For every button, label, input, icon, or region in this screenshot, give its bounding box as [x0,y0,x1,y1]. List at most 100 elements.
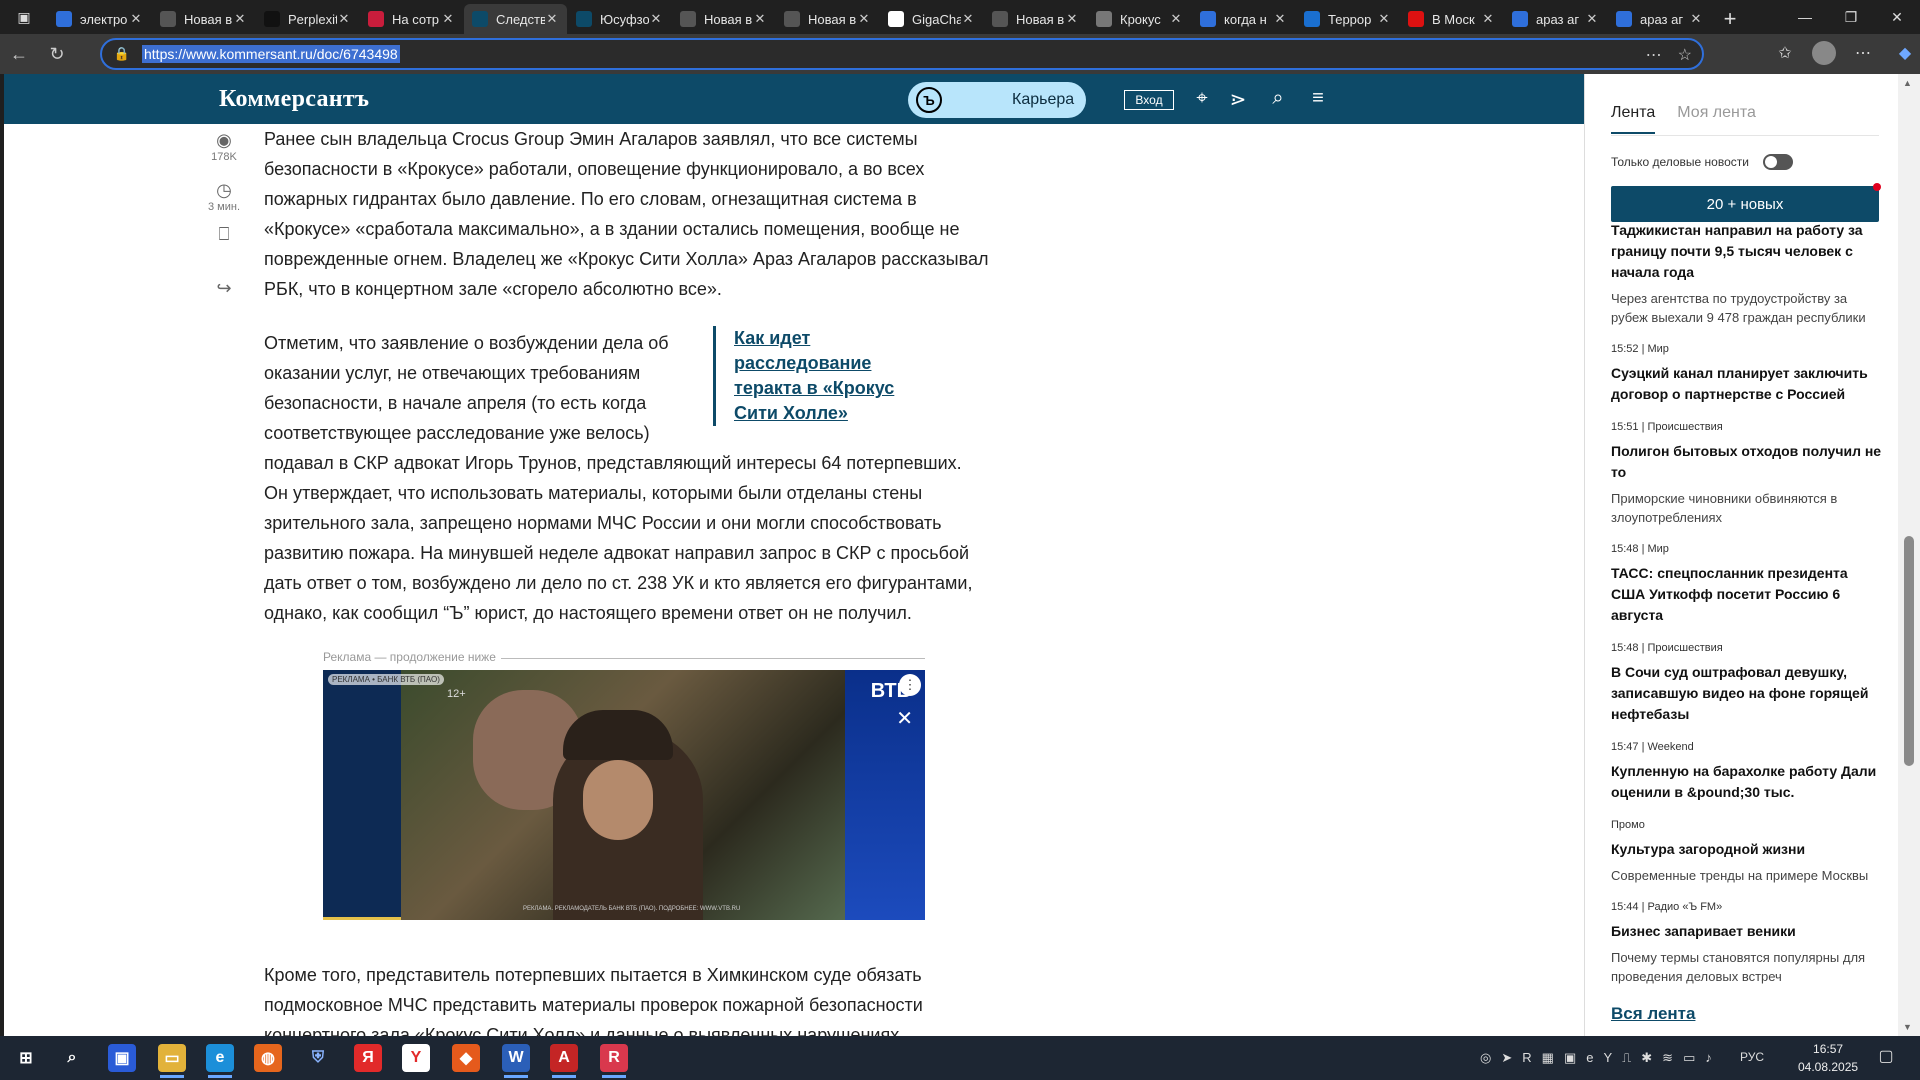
tab-9[interactable]: Новая вкладка✕ [984,4,1087,34]
shield-icon[interactable]: ⛨ [304,1044,332,1072]
close-tab-icon[interactable]: ✕ [1585,11,1599,27]
tab-5[interactable]: Юсуфзо ✕ [568,4,671,34]
close-tab-icon[interactable]: ✕ [753,11,767,27]
business-only-toggle[interactable] [1762,154,1793,170]
location-icon[interactable]: ⌖ [1190,87,1214,110]
tab-my-feed[interactable]: Моя лента [1677,104,1756,134]
scrollbar-thumb[interactable] [1904,536,1914,766]
wifi-icon[interactable]: ≋ [1662,1050,1673,1066]
feed-item-headline[interactable]: Таджикистан направил на работу за границ… [1611,220,1883,283]
refresh-icon[interactable]: ↻ [38,38,76,70]
url-text[interactable]: https://www.kommersant.ru/doc/6743498 [142,45,400,63]
close-tab-icon[interactable]: ✕ [545,11,559,27]
tab-8[interactable]: GigaChat✕ [880,4,983,34]
back-icon[interactable]: ← [0,38,38,70]
tab-14[interactable]: араз аг ✕ [1504,4,1607,34]
store-icon[interactable]: ▣ [108,1044,136,1072]
close-tab-icon[interactable]: ✕ [233,11,247,27]
career-button[interactable]: Ъ Карьера [908,82,1086,118]
feed-item-headline[interactable]: Бизнес запаривает веники [1611,921,1883,942]
tab-10[interactable]: Крокус ✕ [1088,4,1191,34]
tab-3[interactable]: На сотр ✕ [360,4,463,34]
start-icon[interactable]: ⊞ [12,1044,40,1072]
word-icon[interactable]: W [502,1044,530,1078]
tab-6[interactable]: Новая вкладка✕ [672,4,775,34]
tab-11[interactable]: когда н ✕ [1192,4,1295,34]
bookmark-button[interactable]: ⎕ [204,224,244,245]
close-tab-icon[interactable]: ✕ [129,11,143,27]
brave-icon[interactable]: ◆ [452,1044,480,1072]
feed-item[interactable]: 15:48 | Происшествия В Сочи суд оштрафова… [1611,642,1883,725]
tab-7[interactable]: Новая вкладка✕ [776,4,879,34]
language-indicator[interactable]: РУС [1740,1050,1764,1064]
feed-item-headline[interactable]: Полигон бытовых отходов получил не то [1611,441,1883,483]
tray-app-icon[interactable]: ◎ [1480,1050,1491,1066]
tray-grid-icon[interactable]: ▦ [1542,1050,1554,1066]
scroll-down-icon[interactable]: ▼ [1903,1022,1912,1032]
yandex-icon[interactable]: Я [354,1044,382,1072]
close-tab-icon[interactable]: ✕ [1481,11,1495,27]
tab-1[interactable]: Новая вкладка✕ [152,4,255,34]
search-icon[interactable]: ⌕ [1266,87,1290,110]
edge-icon[interactable]: e [206,1044,234,1078]
address-bar[interactable]: 🔒 https://www.kommersant.ru/doc/6743498 … [100,38,1704,70]
tab-0[interactable]: электро ✕ [48,4,151,34]
radio-icon[interactable]: ⋗ [1226,87,1250,112]
tray-window-icon[interactable]: ▣ [1564,1050,1576,1066]
feed-item[interactable]: 15:44 | Радио «Ъ FM» Бизнес запаривает ве… [1611,901,1883,986]
close-tab-icon[interactable]: ✕ [1169,11,1183,27]
tab-feed[interactable]: Лента [1611,104,1656,134]
ad-close-icon[interactable]: ✕ [896,706,913,731]
feed-item[interactable]: 15:52 | Мир Суэцкий канал планирует заклю… [1611,343,1883,405]
close-tab-icon[interactable]: ✕ [961,11,975,27]
feed-item[interactable]: 15:48 | Мир ТАСС: спецпосланник президент… [1611,543,1883,626]
firefox-icon[interactable]: ◍ [254,1044,282,1072]
close-tab-icon[interactable]: ✕ [1377,11,1391,27]
tab-2[interactable]: Perplexity✕ [256,4,359,34]
close-tab-icon[interactable]: ✕ [337,11,351,27]
close-window-icon[interactable]: ✕ [1874,0,1920,34]
close-tab-icon[interactable]: ✕ [857,11,871,27]
feed-item-headline[interactable]: ТАСС: спецпосланник президента США Уитко… [1611,563,1883,626]
close-tab-icon[interactable]: ✕ [649,11,663,27]
feed-item-headline[interactable]: Купленную на барахолке работу Дали оцени… [1611,761,1883,803]
copilot-icon[interactable]: ◆ [1890,38,1920,68]
tab-12[interactable]: Террор ✕ [1296,4,1399,34]
volume-icon[interactable]: ♪ [1705,1050,1712,1066]
related-article-link[interactable]: Как идет расследование теракта в «Крокус… [734,328,894,423]
tray-r-icon[interactable]: R [1522,1050,1531,1066]
explorer-icon[interactable]: ▭ [158,1044,186,1078]
profile-avatar[interactable] [1812,41,1836,65]
tray-edge-icon[interactable]: e [1586,1050,1593,1066]
new-tab-button[interactable]: + [1712,4,1748,34]
feed-item[interactable]: Таджикистан направил на работу за границ… [1611,220,1883,327]
clock[interactable]: 16:57 04.08.2025 [1798,1040,1858,1076]
telegram-icon[interactable]: ➤ [1501,1050,1512,1066]
tab-4[interactable]: Следств ✕ [464,4,567,34]
more-dots-icon[interactable]: ⋯ [1646,45,1662,65]
close-tab-icon[interactable]: ✕ [1065,11,1079,27]
tab-15[interactable]: араз аг ✕ [1608,4,1711,34]
rutube-icon[interactable]: R [600,1044,628,1078]
notifications-icon[interactable]: ▢ [1872,1046,1900,1070]
tray-bug-icon[interactable]: ✱ [1641,1050,1652,1066]
yandex-browser-icon[interactable]: Y [402,1044,430,1072]
feed-item[interactable]: 15:51 | Происшествия Полигон бытовых отхо… [1611,421,1883,527]
ad-options-icon[interactable]: ⋮ [899,674,921,696]
site-logo[interactable]: Коммерсантъ [219,86,369,113]
close-tab-icon[interactable]: ✕ [1689,11,1703,27]
all-feed-link[interactable]: Вся лента [1611,1004,1695,1024]
scroll-up-icon[interactable]: ▲ [1903,78,1912,88]
tray-usb-icon[interactable]: ⎍ [1622,1050,1631,1066]
restore-icon[interactable]: ❐ [1828,0,1874,34]
feed-item-headline[interactable]: Суэцкий канал планирует заключить догово… [1611,363,1883,405]
feed-item[interactable]: 15:47 | Weekend Купленную на барахолке ра… [1611,741,1883,803]
taskbar-search-icon[interactable]: ⌕ [58,1044,86,1072]
feed-item-headline[interactable]: В Сочи суд оштрафовал девушку, записавшу… [1611,662,1883,725]
new-items-button[interactable]: 20 + новых [1611,183,1881,222]
lock-icon[interactable]: 🔒 [102,46,142,62]
page-scrollbar[interactable]: ▲ ▼ [1898,74,1920,1036]
minimize-icon[interactable]: — [1782,0,1828,34]
feed-item-headline[interactable]: Культура загородной жизни [1611,839,1883,860]
tray-y-icon[interactable]: Y [1603,1050,1612,1066]
